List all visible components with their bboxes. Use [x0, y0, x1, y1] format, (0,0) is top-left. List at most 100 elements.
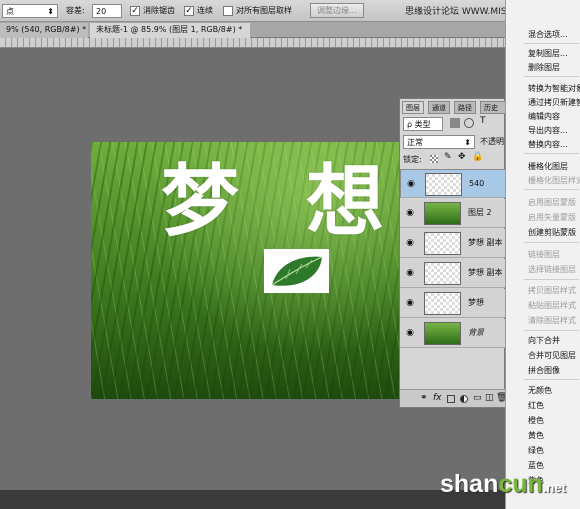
menu-enable-vector-mask[interactable]: 启用矢量蒙版: [528, 212, 576, 223]
image-filter-icon[interactable]: [450, 118, 460, 128]
chevron-down-icon: ⬍: [464, 138, 471, 147]
menu-color-orange[interactable]: 橙色: [528, 415, 544, 426]
menu-blending-options[interactable]: 混合选项...: [528, 29, 568, 40]
menu-replace-contents[interactable]: 替换内容...: [528, 139, 568, 150]
menu-separator: [524, 242, 579, 243]
menu-clear-layer-style[interactable]: 清除图层样式: [528, 315, 576, 326]
sample-all-layers-label: 对所有图层取样: [236, 6, 292, 15]
layer-row-layer-2[interactable]: ◉ 图层 2: [400, 199, 506, 228]
layer-thumbnail: [424, 202, 461, 225]
mask-icon[interactable]: [447, 395, 455, 403]
doc-tab-label: 未标题-1 @ 85.9% (图层 1, RGB/8#) *: [96, 25, 243, 34]
layer-row-540[interactable]: ◉ 540: [400, 169, 506, 198]
canvas-char-dream: 梦: [161, 157, 240, 247]
layer-context-menu: 混合选项... 复制图层... 删除图层 转换为智能对象 通过拷贝新建智 编辑内…: [505, 0, 580, 509]
layers-panel: 图层 通道 路径 历史记录 ρ 类型 T 正常 ⬍ 不透明 锁定: ✎ ✥ 🔒 …: [399, 98, 507, 408]
options-bar: 点 ⬍ 容差: 20 ✓ 消除锯齿 ✓ 连续 对所有图层取样 调整边缘... 思…: [0, 0, 561, 22]
menu-separator: [524, 379, 579, 380]
link-icon[interactable]: ⚭: [420, 393, 428, 403]
anti-alias-label: 消除锯齿: [143, 6, 175, 15]
menu-paste-layer-style[interactable]: 粘贴图层样式: [528, 300, 576, 311]
menu-color-green[interactable]: 绿色: [528, 445, 544, 456]
layer-name: 图层 2: [468, 208, 492, 217]
menu-delete-layer[interactable]: 删除图层: [528, 62, 560, 73]
adjustment-icon[interactable]: [460, 395, 468, 403]
doc-tab-540[interactable]: 9% (540, RGB/8#) *: [0, 23, 88, 38]
contiguous-checkbox[interactable]: ✓: [184, 6, 194, 16]
visibility-eye-icon[interactable]: ◉: [406, 179, 416, 189]
tool-preset-value: 点: [6, 7, 14, 16]
doc-tab-label: 9% (540, RGB/8#) *: [6, 25, 87, 34]
watermark-suffix: .net: [542, 480, 566, 495]
tool-preset-select[interactable]: 点 ⬍: [2, 4, 58, 18]
menu-separator: [524, 189, 579, 190]
menu-duplicate-layer[interactable]: 复制图层...: [528, 48, 568, 59]
folder-icon[interactable]: ▭: [473, 393, 482, 403]
layer-name: 背景: [468, 328, 484, 337]
layer-name: 540: [469, 179, 485, 188]
menu-merge-visible[interactable]: 合并可见图层: [528, 350, 576, 361]
doc-tab-untitled[interactable]: 未标题-1 @ 85.9% (图层 1, RGB/8#) *: [90, 23, 250, 38]
opacity-label: 不透明: [480, 137, 504, 146]
menu-copy-layer-style[interactable]: 拷贝图层样式: [528, 285, 576, 296]
adjustment-filter-icon[interactable]: [464, 118, 474, 128]
anti-alias-checkbox[interactable]: ✓: [130, 6, 140, 16]
fx-icon[interactable]: fx: [433, 393, 442, 403]
new-layer-icon[interactable]: ◫: [485, 393, 494, 403]
visibility-eye-icon[interactable]: ◉: [405, 298, 415, 308]
layer-row-dream[interactable]: ◉ 梦想: [400, 289, 506, 318]
layer-row-dream-copy-a[interactable]: ◉ 梦想 副本: [400, 229, 506, 258]
menu-separator: [524, 279, 579, 280]
menu-rasterize-layer-style[interactable]: 栅格化图层样式: [528, 175, 580, 186]
layer-name: 梦想 副本: [468, 238, 503, 247]
visibility-eye-icon[interactable]: ◉: [405, 208, 415, 218]
type-filter-icon[interactable]: T: [480, 116, 486, 126]
canvas-char-think: 想: [306, 157, 385, 247]
menu-color-yellow[interactable]: 黄色: [528, 430, 544, 441]
menu-separator: [524, 330, 579, 331]
menu-edit-contents[interactable]: 编辑内容: [528, 111, 560, 122]
menu-color-none[interactable]: 无颜色: [528, 385, 552, 396]
menu-select-linked-layers[interactable]: 选择链接图层: [528, 264, 576, 275]
tolerance-input[interactable]: 20: [92, 4, 122, 18]
menu-merge-down[interactable]: 向下合并: [528, 335, 560, 346]
menu-create-clipping-mask[interactable]: 创建剪贴蒙版: [528, 227, 576, 238]
lock-transparency-icon[interactable]: [430, 155, 438, 163]
menu-link-layers[interactable]: 链接图层: [528, 249, 560, 260]
tab-history[interactable]: 历史记录: [480, 101, 506, 114]
layer-thumbnail: [425, 173, 462, 196]
visibility-eye-icon[interactable]: ◉: [405, 268, 415, 278]
blend-mode-select[interactable]: 正常 ⬍: [403, 135, 475, 149]
menu-export-contents[interactable]: 导出内容...: [528, 125, 568, 136]
menu-flatten-image[interactable]: 拼合图像: [528, 365, 560, 376]
lock-pixels-icon[interactable]: ✎: [444, 152, 452, 162]
menu-enable-layer-mask[interactable]: 启用图层蒙版: [528, 197, 576, 208]
lock-label: 锁定:: [403, 155, 422, 164]
leaf-image: [264, 249, 329, 293]
watermark-part2: cun: [498, 470, 543, 498]
tolerance-value: 20: [96, 7, 107, 16]
layers-footer: ⚭ fx ▭ ◫ 🗑: [400, 389, 507, 407]
tab-layers[interactable]: 图层: [402, 101, 424, 114]
lock-position-icon[interactable]: ✥: [458, 152, 466, 162]
layer-row-dream-copy-b[interactable]: ◉ 梦想 副本: [400, 259, 506, 288]
menu-separator: [524, 76, 579, 77]
document-tabs: 9% (540, RGB/8#) * 未标题-1 @ 85.9% (图层 1, …: [0, 22, 505, 38]
menu-color-red[interactable]: 红色: [528, 400, 544, 411]
tab-paths[interactable]: 路径: [454, 101, 476, 114]
menu-new-smart-object-via-copy[interactable]: 通过拷贝新建智: [528, 97, 580, 108]
menu-convert-smart-object[interactable]: 转换为智能对象: [528, 83, 580, 94]
tab-channels[interactable]: 通道: [428, 101, 450, 114]
layer-thumbnail: [424, 322, 461, 345]
document-canvas[interactable]: 梦 想: [91, 142, 409, 399]
lock-all-icon[interactable]: 🔒: [472, 152, 483, 162]
refine-edge-button[interactable]: 调整边缘...: [310, 3, 364, 18]
layer-thumbnail: [424, 292, 461, 315]
layer-filter-select[interactable]: ρ 类型: [403, 117, 443, 131]
layer-thumbnail: [424, 262, 461, 285]
layer-row-background[interactable]: ◉ 背景: [400, 319, 506, 348]
menu-rasterize-layer[interactable]: 栅格化图层: [528, 161, 568, 172]
visibility-eye-icon[interactable]: ◉: [405, 238, 415, 248]
visibility-eye-icon[interactable]: ◉: [405, 328, 415, 338]
sample-all-layers-checkbox[interactable]: [223, 6, 233, 16]
